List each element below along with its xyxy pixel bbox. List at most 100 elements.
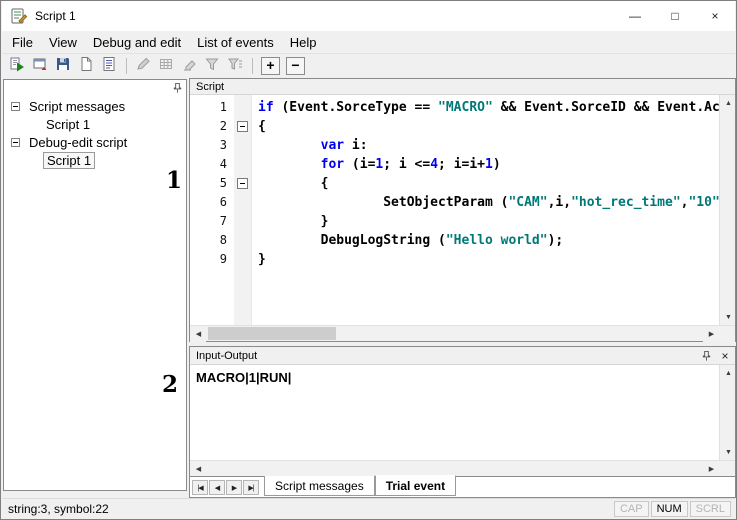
code-horizontal-scrollbar[interactable]: ◀ ▶ [190, 325, 735, 341]
line-number: 1 [190, 98, 234, 117]
input-output-header: Input-Output × [190, 347, 735, 365]
input-output-panel: Input-Output × MACRO|1|RUN| ▲ ▼ ◀ ▶ |◀◀▶… [189, 346, 736, 498]
tab-script-messages[interactable]: Script messages [264, 476, 375, 496]
scrollbar-corner [719, 461, 735, 477]
tree-item-label: Script messages [26, 99, 128, 114]
status-indicator-scrl: SCRL [690, 501, 731, 517]
app-window: Script 1 — □ × FileViewDebug and editLis… [0, 0, 737, 520]
scrollbar-track[interactable] [720, 111, 735, 309]
tree-item-script-1[interactable]: Script 1 [4, 152, 186, 170]
scroll-down-button[interactable]: ▼ [720, 309, 735, 325]
code-row: 1 if (Event.SorceType == "MACRO" && Event… [190, 98, 719, 117]
code-line[interactable]: } [252, 250, 719, 269]
scroll-up-icon: ▲ [725, 100, 731, 107]
edit-button[interactable] [132, 56, 154, 76]
io-console[interactable]: MACRO|1|RUN| [190, 365, 719, 460]
nav-next-button[interactable]: ▶ [226, 480, 242, 495]
grid-button[interactable] [155, 56, 177, 76]
nav-last-button[interactable]: ▶| [243, 480, 259, 495]
fold-collapse-icon[interactable] [237, 121, 248, 132]
menu-item-file[interactable]: File [4, 32, 41, 53]
code-line[interactable]: DebugLogString ("Hello world"); [252, 231, 719, 250]
tab-trial-event[interactable]: Trial event [375, 475, 456, 496]
erase-button[interactable] [178, 56, 200, 76]
scroll-left-icon: ◀ [196, 331, 200, 338]
toolbar: +− [2, 53, 735, 78]
code-line[interactable]: for (i=1; i <=4; i=i+1) [252, 155, 719, 174]
code-line[interactable]: { [252, 117, 719, 136]
filter-events-icon [227, 56, 243, 77]
scrollbar-track[interactable] [206, 461, 703, 476]
scroll-right-icon: ▶ [709, 466, 713, 473]
close-button[interactable]: × [695, 1, 735, 31]
zoom-out-button[interactable]: − [286, 57, 305, 75]
filter-events-button[interactable] [224, 56, 246, 76]
maximize-button[interactable]: □ [655, 1, 695, 31]
scroll-up-button[interactable]: ▲ [720, 95, 735, 111]
toolbar-separator [126, 58, 127, 74]
line-number: 8 [190, 231, 234, 250]
load-to-device-button[interactable] [29, 56, 51, 76]
scrollbar-thumb[interactable] [208, 327, 336, 340]
scroll-down-icon: ▼ [725, 314, 731, 321]
window-title: Script 1 [35, 9, 76, 23]
code-row: 9} [190, 250, 719, 269]
pin-icon[interactable] [701, 350, 713, 362]
scroll-right-icon: ▶ [709, 331, 713, 338]
code-line[interactable]: var i: [252, 136, 719, 155]
run-script-button[interactable] [6, 56, 28, 76]
fold-margin-cell [234, 136, 252, 155]
tree-item-label: Script 1 [43, 152, 95, 169]
scroll-down-button[interactable]: ▼ [720, 444, 735, 460]
close-icon: × [711, 9, 718, 23]
nav-prev-button[interactable]: ◀ [209, 480, 225, 495]
scrollbar-track[interactable] [206, 326, 703, 341]
tree-item-script-messages[interactable]: Script messages [4, 98, 186, 116]
scroll-left-button[interactable]: ◀ [190, 326, 206, 342]
script-panel-title: Script [190, 79, 735, 95]
zoom-in-button[interactable]: + [261, 57, 280, 75]
minimize-button[interactable]: — [615, 1, 655, 31]
status-bar: string:3, symbol:22 CAPNUMSCRL [2, 498, 735, 518]
menu-item-list-of-events[interactable]: List of events [189, 32, 282, 53]
save-button[interactable] [52, 56, 74, 76]
edit-icon [135, 56, 151, 77]
io-horizontal-scrollbar[interactable]: ◀ ▶ [190, 460, 735, 476]
pin-icon[interactable] [172, 81, 183, 93]
fold-margin-cell [234, 250, 252, 269]
script-editor-panel: Script 1 if (Event.SorceType == "MACRO" &… [189, 78, 736, 342]
fold-collapse-icon[interactable] [237, 178, 248, 189]
scroll-right-button[interactable]: ▶ [703, 326, 719, 342]
menu-item-help[interactable]: Help [282, 32, 325, 53]
tree-item-label: Script 1 [43, 117, 93, 132]
panel-close-icon[interactable]: × [719, 350, 731, 362]
menu-item-view[interactable]: View [41, 32, 85, 53]
menu-item-debug-and-edit[interactable]: Debug and edit [85, 32, 189, 53]
nav-first-button[interactable]: |◀ [192, 480, 208, 495]
new-document-button[interactable] [75, 56, 97, 76]
event-log-button[interactable] [98, 56, 120, 76]
line-number: 4 [190, 155, 234, 174]
filter-button[interactable] [201, 56, 223, 76]
code-line[interactable]: if (Event.SorceType == "MACRO" && Event.… [252, 98, 719, 117]
title-bar: Script 1 — □ × [2, 1, 735, 31]
code-editor[interactable]: 1 if (Event.SorceType == "MACRO" && Event… [190, 95, 719, 325]
code-line[interactable]: { [252, 174, 719, 193]
scroll-left-button[interactable]: ◀ [190, 461, 206, 477]
line-number: 2 [190, 117, 234, 136]
line-number: 6 [190, 193, 234, 212]
collapse-icon[interactable] [11, 138, 20, 147]
code-vertical-scrollbar[interactable]: ▲ ▼ [719, 95, 735, 325]
tree-item-script-1[interactable]: Script 1 [4, 116, 186, 134]
code-line[interactable]: } [252, 212, 719, 231]
collapse-icon[interactable] [11, 102, 20, 111]
scrollbar-track[interactable] [720, 381, 735, 444]
filter-icon [204, 56, 220, 77]
code-line[interactable]: SetObjectParam ("CAM",i,"hot_rec_time","… [252, 193, 719, 212]
scroll-up-button[interactable]: ▲ [720, 365, 735, 381]
scroll-right-button[interactable]: ▶ [703, 461, 719, 477]
tree-item-debug-edit-script[interactable]: Debug-edit script [4, 134, 186, 152]
minimize-icon: — [629, 9, 641, 23]
event-log-icon [101, 56, 117, 77]
io-vertical-scrollbar[interactable]: ▲ ▼ [719, 365, 735, 460]
